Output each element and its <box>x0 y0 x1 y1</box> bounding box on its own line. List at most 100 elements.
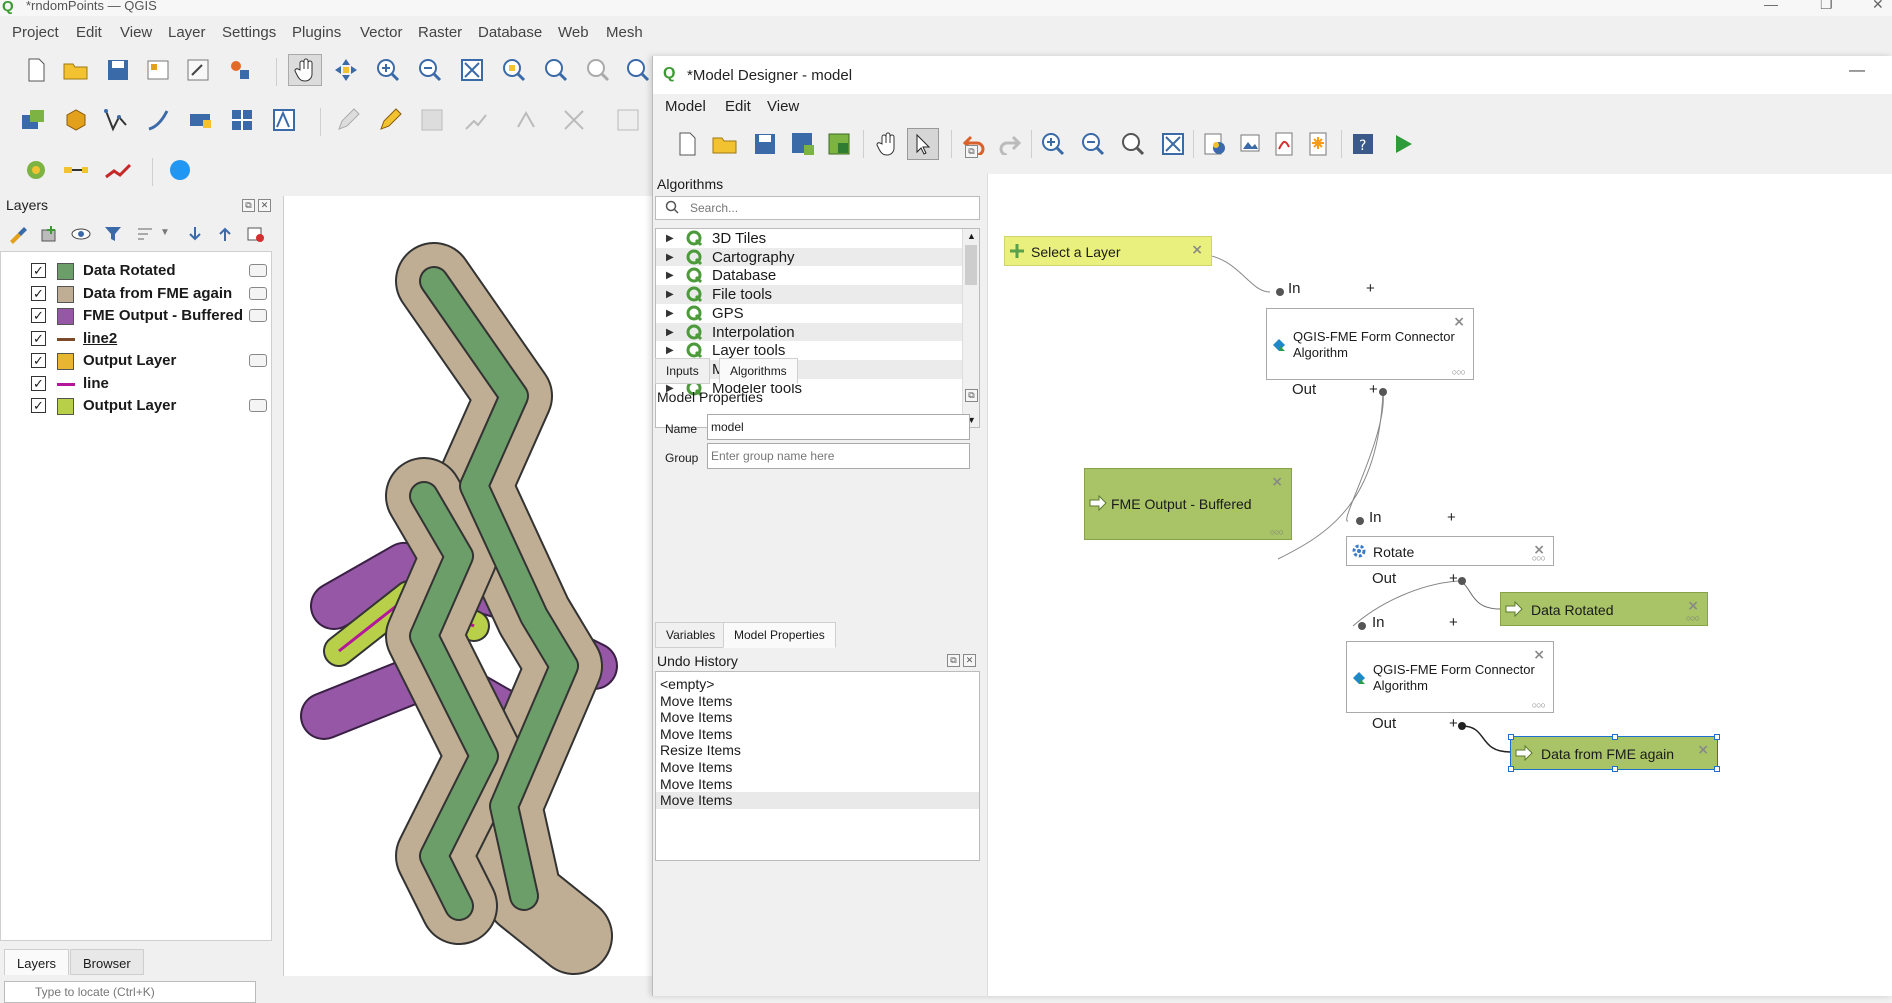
undo-history-item[interactable]: Move Items <box>656 776 979 793</box>
layout-manager-icon[interactable] <box>184 56 212 84</box>
menu-raster[interactable]: Raster <box>418 24 462 41</box>
node-more-icon[interactable]: ○○○ <box>1686 613 1700 623</box>
port-in-dot[interactable] <box>1276 288 1284 296</box>
layer-indicator-icon[interactable] <box>249 399 267 412</box>
expand-arrow-icon[interactable]: ▶ <box>666 327 674 338</box>
redo-icon[interactable] <box>995 130 1023 158</box>
save-model-icon[interactable] <box>751 130 779 158</box>
float-panel-icon[interactable]: ⧉ <box>965 389 978 402</box>
remove-layer-icon[interactable] <box>244 223 266 245</box>
pan-map-icon[interactable] <box>288 54 322 86</box>
export-svg-icon[interactable] <box>1305 130 1333 158</box>
new-shapefile-icon[interactable] <box>102 106 130 134</box>
undo-history-item[interactable]: <empty> <box>656 676 979 693</box>
model-name-input[interactable]: model <box>707 414 970 440</box>
layer-indicator-icon[interactable] <box>249 286 267 300</box>
close-panel-icon[interactable]: ✕ <box>963 654 976 667</box>
save-model-in-project-icon[interactable] <box>825 130 853 158</box>
menu-layer[interactable]: Layer <box>168 24 206 41</box>
menu-view[interactable]: View <box>120 24 152 41</box>
toggle-editing-icon[interactable] <box>376 106 404 134</box>
zoom-in-icon[interactable] <box>1039 130 1067 158</box>
menu-mesh[interactable]: Mesh <box>606 24 643 41</box>
layer-row[interactable]: ✓ line <box>1 373 273 395</box>
expand-arrow-icon[interactable]: ▶ <box>666 308 674 319</box>
resize-handle[interactable] <box>1714 766 1720 772</box>
menu-plugins[interactable]: Plugins <box>292 24 341 41</box>
node-data-from-fme-again[interactable]: Data from FME again ⨯ <box>1508 734 1720 772</box>
save-project-icon[interactable] <box>104 56 132 84</box>
close-panel-icon[interactable]: ✕ <box>258 199 271 212</box>
menu-view[interactable]: View <box>767 98 799 115</box>
edit-help-icon[interactable]: ? <box>1349 130 1377 158</box>
layer-visibility-checkbox[interactable]: ✓ <box>31 308 46 323</box>
model-group-input[interactable]: Enter group name here <box>707 443 970 469</box>
minimize-icon[interactable]: — <box>1764 0 1778 12</box>
save-edits-icon[interactable] <box>418 106 446 134</box>
new-project-icon[interactable] <box>22 56 50 84</box>
restore-icon[interactable]: ❐ <box>1820 0 1833 13</box>
zoom-out-icon[interactable] <box>416 56 444 84</box>
menu-settings[interactable]: Settings <box>222 24 276 41</box>
port-out-dot[interactable] <box>1458 577 1466 585</box>
close-icon[interactable]: ⨯ <box>1687 597 1699 614</box>
node-data-rotated[interactable]: Data Rotated ⨯ ○○○ <box>1500 592 1708 626</box>
expand-arrow-icon[interactable]: ▶ <box>666 252 674 263</box>
pan-canvas-icon[interactable] <box>873 130 901 158</box>
open-model-icon[interactable] <box>711 130 739 158</box>
port-out-dot[interactable] <box>1379 388 1387 396</box>
node-more-icon[interactable]: ○○○ <box>1532 700 1546 710</box>
algorithm-group[interactable]: ▶ Cartography <box>656 247 964 267</box>
pan-to-selection-icon[interactable] <box>332 56 360 84</box>
zoom-actual-icon[interactable] <box>1119 130 1147 158</box>
tab-algorithms[interactable]: Algorithms <box>719 358 798 384</box>
save-model-as-icon[interactable] <box>789 130 817 158</box>
undo-history-item[interactable]: Move Items <box>656 709 979 726</box>
plugin-globe-icon[interactable] <box>22 156 50 184</box>
new-model-icon[interactable] <box>673 130 701 158</box>
collapse-all-icon[interactable] <box>214 223 236 245</box>
digitize-disabled-icon[interactable] <box>462 106 490 134</box>
plugin-route-icon[interactable] <box>62 156 90 184</box>
resize-handle[interactable] <box>1714 734 1720 740</box>
layer-visibility-checkbox[interactable]: ✓ <box>31 263 46 278</box>
undo-history-item[interactable]: Move Items <box>656 759 979 776</box>
layer-row[interactable]: ✓ Data from FME again <box>1 283 273 305</box>
algorithm-group[interactable]: ▶ File tools <box>656 285 964 304</box>
algorithm-group[interactable]: ▶ Interpolation <box>656 322 964 342</box>
tab-variables[interactable]: Variables <box>655 622 727 648</box>
zoom-to-layer-icon[interactable] <box>542 56 570 84</box>
run-model-icon[interactable] <box>1389 130 1417 158</box>
node-more-icon[interactable]: ○○○ <box>1532 553 1546 563</box>
add-port-icon[interactable]: + <box>1449 570 1458 587</box>
float-panel-icon[interactable]: ⧉ <box>242 199 255 212</box>
node-fme-connector-1[interactable]: QGIS-FME Form Connector Algorithm ⨯ ○○○ <box>1266 308 1474 380</box>
zoom-out-icon[interactable] <box>1079 130 1107 158</box>
resize-handle[interactable] <box>1508 734 1514 740</box>
close-icon[interactable]: ⨯ <box>1697 741 1709 758</box>
float-panel-icon[interactable]: ⧉ <box>947 654 960 667</box>
close-icon[interactable]: ⨯ <box>1533 646 1545 663</box>
close-icon[interactable]: ✕ <box>1872 0 1884 13</box>
node-fme-output-buffered[interactable]: FME Output - Buffered ⨯ ○○○ <box>1084 468 1292 540</box>
map-canvas[interactable] <box>283 196 653 976</box>
layer-visibility-checkbox[interactable]: ✓ <box>31 353 46 368</box>
layer-row[interactable]: ✓ FME Output - Buffered <box>1 305 273 327</box>
menu-web[interactable]: Web <box>558 24 589 41</box>
menu-vector[interactable]: Vector <box>360 24 403 41</box>
new-geopackage-icon[interactable] <box>62 106 90 134</box>
layer-row[interactable]: ✓ Output Layer <box>1 395 273 417</box>
zoom-to-selection-icon[interactable] <box>500 56 528 84</box>
new-memory-layer-icon[interactable] <box>186 106 214 134</box>
algorithm-group[interactable]: ▶ Database <box>656 266 964 285</box>
minimize-icon[interactable]: — <box>1849 62 1865 80</box>
select-move-icon[interactable] <box>907 128 939 160</box>
manage-visibility-icon[interactable] <box>70 223 92 245</box>
layer-styling-icon[interactable] <box>6 223 28 245</box>
node-rotate[interactable]: Rotate ⨯ ○○○ <box>1346 536 1554 566</box>
zoom-in-icon[interactable] <box>374 56 402 84</box>
undo-history-item[interactable]: Move Items <box>656 726 979 743</box>
resize-handle[interactable] <box>1612 734 1618 740</box>
layer-visibility-checkbox[interactable]: ✓ <box>31 398 46 413</box>
locator-search-input[interactable]: Type to locate (Ctrl+K) <box>4 981 256 1003</box>
